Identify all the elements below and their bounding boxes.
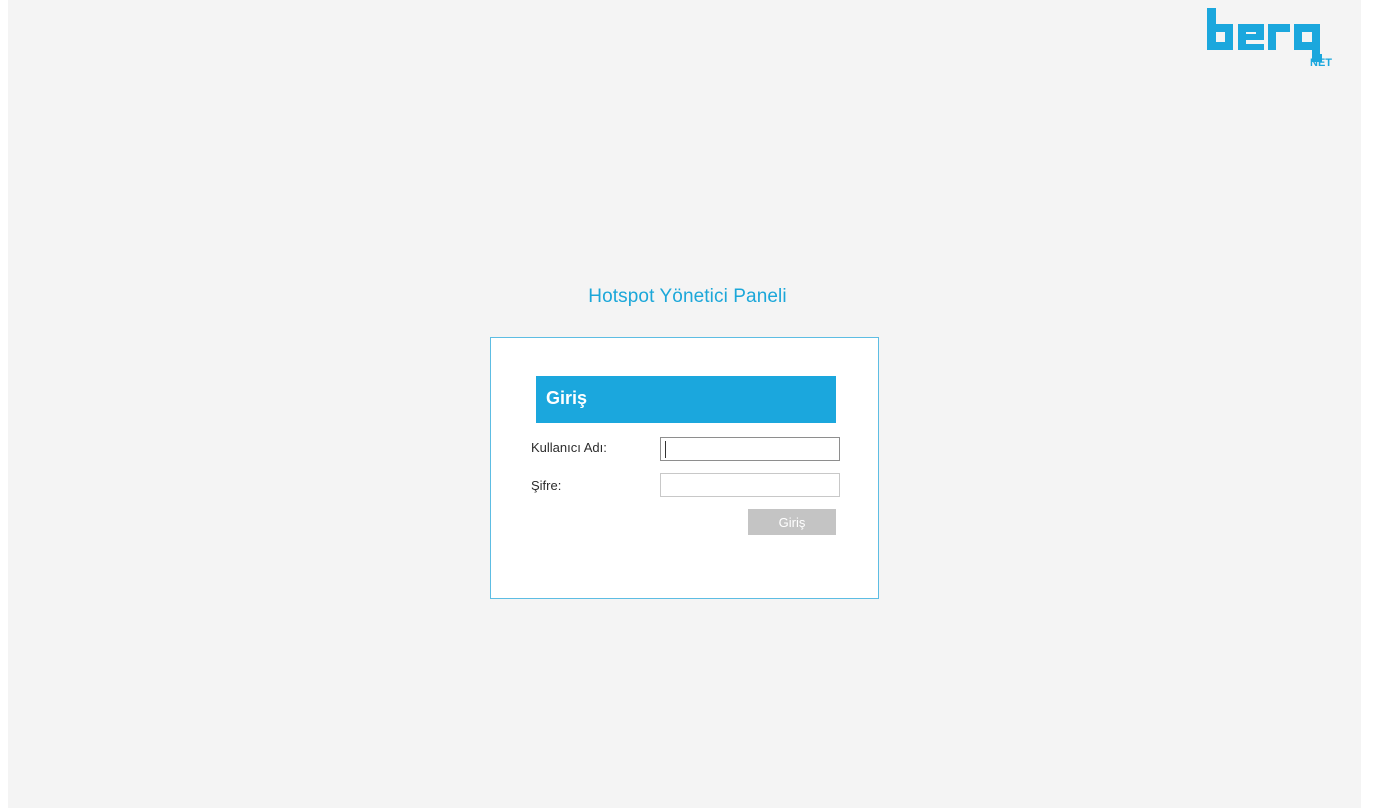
berq-net-logo: NET [1200, 4, 1340, 72]
username-input[interactable] [660, 437, 840, 461]
svg-text:NET: NET [1310, 57, 1332, 69]
login-panel: Giriş Kullanıcı Adı: Şifre: Giriş [490, 337, 879, 599]
login-header: Giriş [536, 376, 836, 423]
text-cursor [665, 441, 666, 458]
password-label: Şifre: [531, 478, 562, 493]
username-label: Kullanıcı Adı: [531, 440, 607, 455]
page-title: Hotspot Yönetici Paneli [588, 286, 787, 307]
login-header-title: Giriş [546, 388, 588, 408]
login-button[interactable]: Giriş [748, 509, 836, 535]
password-input[interactable] [660, 473, 840, 497]
